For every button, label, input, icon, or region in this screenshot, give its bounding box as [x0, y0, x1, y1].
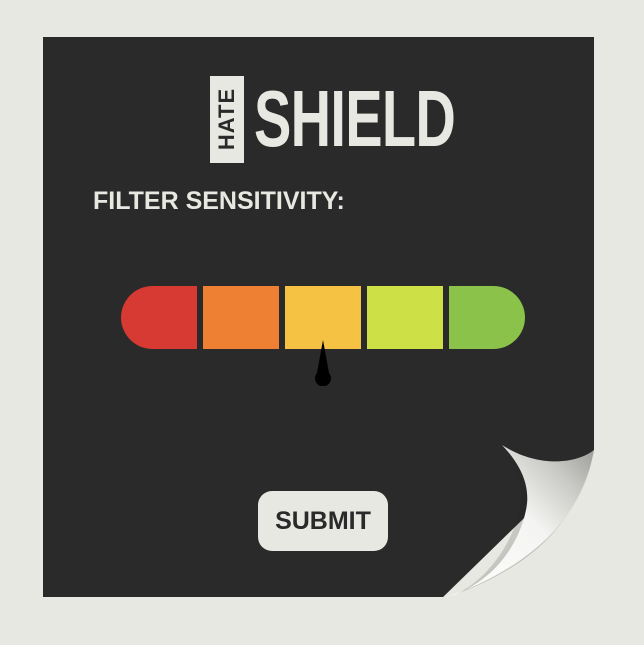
sensitivity-level-1[interactable]	[121, 286, 197, 349]
logo-shield-text: SHIELD	[254, 74, 456, 163]
hate-shield-logo: HATE SHIELD	[210, 75, 541, 163]
sensitivity-level-5[interactable]	[449, 286, 525, 349]
sensitivity-level-2[interactable]	[203, 286, 279, 349]
logo-hate-badge: HATE	[210, 75, 244, 163]
sensitivity-level-4[interactable]	[367, 286, 443, 349]
sensitivity-pointer-icon[interactable]	[314, 340, 332, 386]
logo-hate-text: HATE	[214, 87, 240, 151]
filter-sensitivity-label: FILTER SENSITIVITY:	[93, 187, 345, 215]
page-curl-icon	[440, 440, 600, 600]
submit-button[interactable]: SUBMIT	[258, 491, 388, 551]
